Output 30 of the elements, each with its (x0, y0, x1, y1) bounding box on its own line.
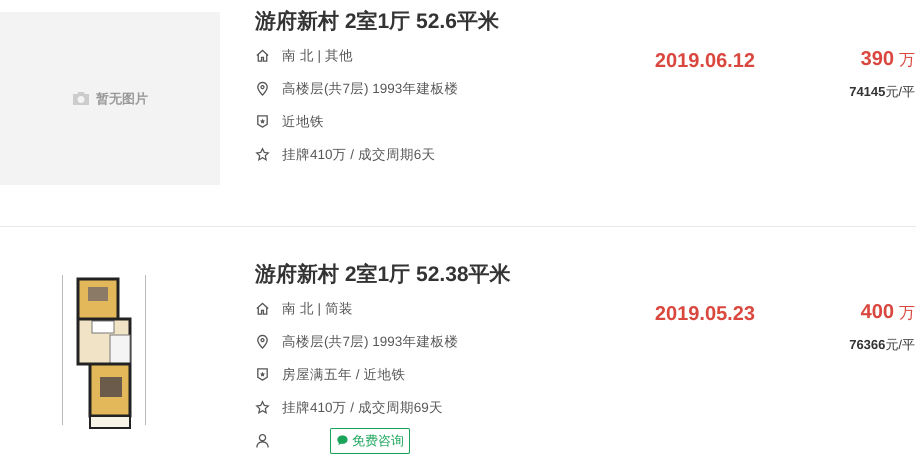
unit-price: 76366元/平 (849, 336, 915, 354)
listing-detail: 房屋满五年 / 近地铁 (282, 366, 406, 384)
listing-detail: 挂牌410万 / 成交周期69天 (282, 398, 443, 416)
no-image-text: 暂无图片 (96, 90, 148, 108)
unit-price: 74145元/平 (849, 83, 915, 101)
total-price: 400 (860, 301, 894, 324)
house-icon (255, 301, 270, 316)
listing-detail: 南 北 | 简装 (282, 300, 353, 318)
deal-date: 2019.06.12 (654, 50, 755, 74)
listing-detail: 近地铁 (282, 112, 324, 130)
location-pin-icon (255, 81, 270, 96)
location-pin-icon (255, 334, 270, 349)
price-unit: 万 (899, 51, 915, 71)
total-price: 390 (860, 48, 894, 71)
listing-title[interactable]: 游府新村 2室1厅 52.38平米 (255, 262, 605, 288)
star-icon (255, 147, 270, 162)
camera-icon (72, 91, 90, 106)
person-icon (255, 433, 270, 448)
shield-icon (255, 114, 270, 129)
house-icon (255, 48, 270, 63)
listing-detail: 挂牌410万 / 成交周期6天 (282, 146, 436, 164)
listing-detail: 高楼层(共7层) 1993年建板楼 (282, 80, 458, 98)
listing-detail: 南 北 | 其他 (282, 46, 353, 64)
price-unit: 万 (899, 304, 915, 324)
deal-date: 2019.05.23 (654, 303, 755, 327)
listing-detail: 高楼层(共7层) 1993年建板楼 (282, 332, 458, 350)
listing-title[interactable]: 游府新村 2室1厅 52.6平米 (255, 9, 605, 35)
star-icon (255, 400, 270, 415)
chat-icon (336, 434, 349, 447)
shield-icon (255, 367, 270, 382)
